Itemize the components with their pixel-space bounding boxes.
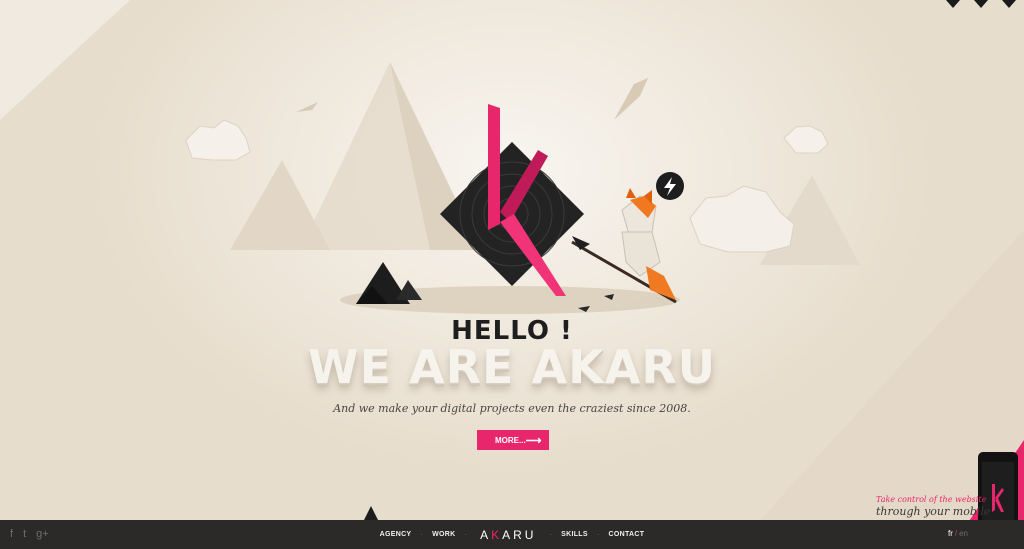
cloud-right-large xyxy=(689,185,795,253)
leaf-right xyxy=(614,78,648,120)
lang-separator: / xyxy=(954,529,958,538)
mountain-small xyxy=(230,160,330,250)
top-nav-dots[interactable] xyxy=(946,0,1016,8)
nav-skills[interactable]: SKILLS xyxy=(561,531,588,538)
cloud-left xyxy=(185,119,251,161)
nav-separator: · xyxy=(464,530,468,539)
nav-separator: · xyxy=(549,530,553,539)
nav-brand-logo[interactable]: AKARU xyxy=(480,528,536,542)
footer-bar: f t g+ AGENCY · WORK · AKARU · SKILLS · … xyxy=(0,520,1024,549)
nav-contact[interactable]: CONTACT xyxy=(609,531,645,538)
lang-en[interactable]: en xyxy=(959,529,968,538)
corner-wedge-left xyxy=(0,0,130,120)
lightning-bubble xyxy=(656,172,684,200)
cloud-right-small xyxy=(783,125,829,154)
nav-dot-1[interactable] xyxy=(946,0,960,8)
lang-fr[interactable]: fr xyxy=(948,529,953,538)
more-button[interactable]: MORE... ⟶ xyxy=(477,430,549,450)
promo-line-1: Take control of the website xyxy=(876,495,987,504)
headline: WE ARE AKARU xyxy=(307,340,717,394)
nav-separator: · xyxy=(596,530,600,539)
nav-dot-3[interactable] xyxy=(1002,0,1016,8)
footer-nav: AGENCY · WORK · AKARU · SKILLS · CONTACT xyxy=(0,520,1024,549)
nav-dot-2[interactable] xyxy=(974,0,988,8)
hero-stage: HELLO ! WE ARE AKARU And we make your di… xyxy=(0,0,1024,549)
nav-work[interactable]: WORK xyxy=(432,531,455,538)
mobile-promo[interactable]: Take control of the website through your… xyxy=(876,495,990,518)
hero-illustration xyxy=(0,0,1024,549)
nav-agency[interactable]: AGENCY xyxy=(380,531,412,538)
arrow-right-icon: ⟶ xyxy=(525,434,542,447)
more-button-label: MORE... xyxy=(495,435,526,445)
promo-line-2: through your mobile xyxy=(876,505,991,518)
nav-separator: · xyxy=(420,530,424,539)
language-switch: fr / en xyxy=(948,529,968,538)
tagline: And we make your digital projects even t… xyxy=(333,402,691,415)
fox xyxy=(621,188,676,300)
leaf-left xyxy=(296,102,318,112)
